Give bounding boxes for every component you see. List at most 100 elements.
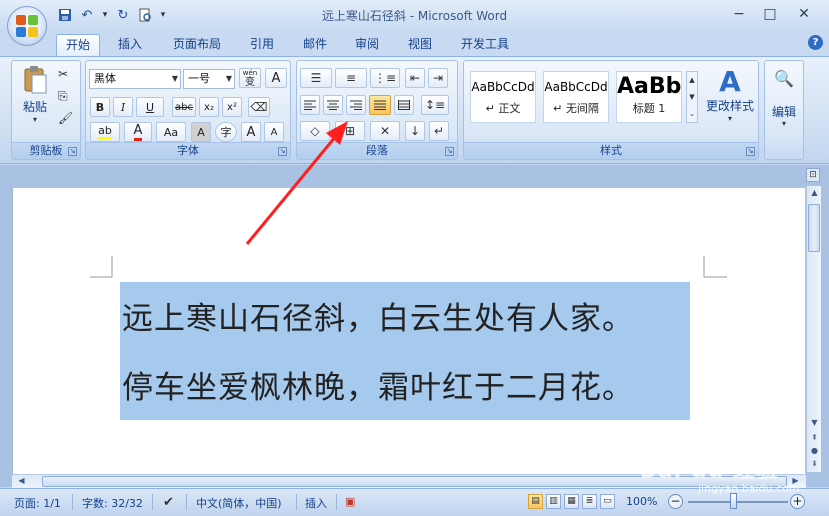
gallery-up-icon[interactable]: ▲ <box>687 72 697 89</box>
font-size-dropdown-icon[interactable]: ▼ <box>226 70 232 88</box>
bold-button[interactable]: B <box>90 97 110 117</box>
grow-font-button[interactable]: A <box>241 122 261 142</box>
document-line-2[interactable]: 停车坐爱枫林晚，霜叶红于二月花。 <box>122 362 634 407</box>
multilevel-list-button[interactable]: ⋮≡ <box>370 68 400 88</box>
insert-mode-indicator[interactable]: 插入 <box>305 495 327 511</box>
close-button[interactable]: ✕ <box>789 4 819 24</box>
highlight-button[interactable]: ab <box>90 122 120 142</box>
align-right-button[interactable] <box>346 95 366 115</box>
underline-button[interactable]: U <box>136 97 164 117</box>
editing-group[interactable]: 🔍 编辑 ▾ <box>764 60 804 160</box>
scroll-down-icon[interactable]: ▼ <box>807 416 822 430</box>
binoculars-icon: 🔍 <box>774 69 794 88</box>
style-card-normal[interactable]: AaBbCcDd ↵ 正文 <box>470 71 536 123</box>
enclose-characters-button[interactable]: 字 <box>215 122 237 142</box>
strikethrough-button[interactable]: abc <box>172 97 196 117</box>
vertical-scroll-thumb[interactable] <box>808 204 820 252</box>
previous-page-icon[interactable]: ⇞ <box>807 431 822 445</box>
macro-record-icon[interactable]: ▣ <box>345 495 355 508</box>
word-count[interactable]: 字数: 32/32 <box>82 495 143 511</box>
ruler-toggle-icon[interactable]: ⊡ <box>806 168 820 182</box>
italic-button[interactable]: I <box>113 97 133 117</box>
phonetic-guide-button[interactable]: wén 变 <box>239 68 261 88</box>
character-border-button[interactable]: A <box>265 68 287 88</box>
baidu-watermark: Bai du 经验 <box>640 458 779 483</box>
proofing-icon[interactable]: ✔ <box>163 495 174 510</box>
scroll-left-icon[interactable]: ◀ <box>14 475 29 487</box>
paragraph-launcher-icon[interactable]: ↘ <box>445 147 454 156</box>
line-spacing-button[interactable]: ↕≡ <box>421 95 449 115</box>
style-card-heading-1[interactable]: AaBb 标题 1 <box>616 71 682 123</box>
minimize-button[interactable]: − <box>724 4 754 24</box>
gallery-down-icon[interactable]: ▼ <box>687 89 697 106</box>
show-marks-button[interactable]: ↵ <box>429 121 449 141</box>
tab-view[interactable]: 视图 <box>398 34 442 56</box>
clipboard-group: 粘贴 ▾ ✂ ⎘ 🖌 剪贴板 ↘ <box>11 60 81 160</box>
paste-button[interactable]: 粘贴 ▾ <box>18 65 52 125</box>
help-icon[interactable]: ? <box>808 35 823 50</box>
office-logo-icon <box>16 15 38 37</box>
scroll-up-icon[interactable]: ▲ <box>807 186 822 200</box>
clear-formatting-button[interactable]: ⌫ <box>248 97 270 117</box>
distributed-button[interactable] <box>394 95 414 115</box>
copy-icon[interactable]: ⎘ <box>58 89 68 104</box>
tab-references[interactable]: 引用 <box>240 34 284 56</box>
change-case-button[interactable]: Aa <box>156 122 186 142</box>
font-name-combo[interactable]: 黑体 ▼ <box>89 69 181 89</box>
restore-button[interactable]: □ <box>755 4 785 24</box>
view-outline-icon[interactable]: ≣ <box>582 494 597 509</box>
style-card-no-spacing[interactable]: AaBbCcDd ↵ 无间隔 <box>543 71 609 123</box>
character-shading-button[interactable]: A <box>191 122 211 142</box>
increase-indent-button[interactable]: ⇥ <box>428 68 448 88</box>
view-draft-icon[interactable]: ▭ <box>600 494 615 509</box>
zoom-level[interactable]: 100% <box>626 495 657 508</box>
font-name-dropdown-icon[interactable]: ▼ <box>172 70 178 88</box>
shrink-font-button[interactable]: A <box>264 122 284 142</box>
font-launcher-icon[interactable]: ↘ <box>278 147 287 156</box>
tab-page-layout[interactable]: 页面布局 <box>165 34 229 56</box>
align-left-button[interactable] <box>300 95 320 115</box>
format-painter-icon[interactable]: 🖌 <box>58 111 73 125</box>
shading-button[interactable]: ◇ <box>300 121 330 141</box>
chinese-layout-button[interactable]: ✕ <box>370 121 400 141</box>
justify-button[interactable] <box>369 95 391 115</box>
font-size-combo[interactable]: 一号 ▼ <box>183 69 235 89</box>
zoom-out-icon[interactable]: − <box>668 494 683 509</box>
clipboard-launcher-icon[interactable]: ↘ <box>68 147 77 156</box>
view-web-layout-icon[interactable]: ▦ <box>564 494 579 509</box>
tab-home[interactable]: 开始 <box>56 34 100 56</box>
superscript-button[interactable]: x² <box>222 97 242 117</box>
cut-icon[interactable]: ✂ <box>58 67 68 81</box>
view-full-screen-reading-icon[interactable]: ▥ <box>546 494 561 509</box>
gallery-more-icon[interactable]: ⌄ <box>687 106 697 123</box>
view-print-layout-icon[interactable]: ▤ <box>528 494 543 509</box>
font-color-button[interactable]: A <box>124 122 152 142</box>
styles-launcher-icon[interactable]: ↘ <box>746 147 755 156</box>
borders-button[interactable]: ⊞ <box>335 121 365 141</box>
bullets-button[interactable]: ☰ <box>300 68 332 88</box>
vertical-scrollbar[interactable]: ▲ ▼ ⇞ ● ⇟ <box>806 186 821 472</box>
next-page-icon[interactable]: ⇟ <box>807 457 822 471</box>
zoom-slider-track[interactable] <box>688 501 788 503</box>
office-button[interactable] <box>7 6 47 46</box>
decrease-indent-button[interactable]: ⇤ <box>405 68 425 88</box>
align-center-button[interactable] <box>323 95 343 115</box>
zoom-slider-thumb[interactable] <box>730 493 737 509</box>
numbering-button[interactable]: ≡ <box>335 68 367 88</box>
crop-mark-left <box>90 256 113 278</box>
highlight-icon: ab <box>98 124 112 140</box>
change-styles-button[interactable]: A 更改样式 ▾ <box>702 67 758 133</box>
document-line-1[interactable]: 远上寒山石径斜，白云生处有人家。 <box>122 293 634 338</box>
browse-object-icon[interactable]: ● <box>807 444 822 458</box>
styles-gallery-scroll[interactable]: ▲ ▼ ⌄ <box>686 71 698 123</box>
sort-button[interactable]: ↓ <box>405 121 425 141</box>
page-count[interactable]: 页面: 1/1 <box>14 495 61 511</box>
subscript-button[interactable]: x₂ <box>199 97 219 117</box>
tab-mailings[interactable]: 邮件 <box>293 34 337 56</box>
tab-review[interactable]: 审阅 <box>345 34 389 56</box>
tab-insert[interactable]: 插入 <box>108 34 152 56</box>
tab-developer[interactable]: 开发工具 <box>452 34 518 56</box>
baidu-watermark-url: jingyan.baidu.com <box>698 482 800 495</box>
language-indicator[interactable]: 中文(简体，中国) <box>196 495 282 511</box>
zoom-in-icon[interactable]: + <box>790 494 805 509</box>
